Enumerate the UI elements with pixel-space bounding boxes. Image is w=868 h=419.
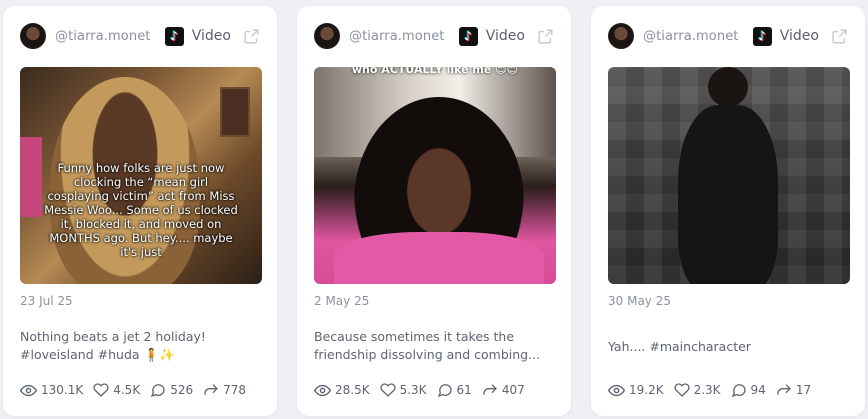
thumbnail-frame — [220, 87, 250, 137]
comment-icon — [731, 384, 746, 398]
card-header: @tiarra.monet ♪ Video — [608, 22, 848, 50]
post-stats: 28.5K 5.3K 61 407 — [314, 380, 561, 400]
likes-count: 2.3K — [693, 383, 721, 397]
post-caption: Yah.... #maincharacter — [608, 339, 751, 354]
post-card[interactable]: @tiarra.monet ♪ Video who ACTUALLY like … — [297, 6, 571, 416]
post-caption: Nothing beats a jet 2 holiday! #loveisla… — [20, 329, 206, 362]
shares-stat: 407 — [482, 382, 525, 398]
platform-label: Video — [485, 28, 525, 44]
comments-stat: 61 — [437, 382, 472, 398]
avatar — [314, 23, 340, 49]
post-date: 2 May 25 — [314, 294, 370, 308]
comments-stat: 526 — [150, 382, 193, 398]
heart-icon — [93, 383, 109, 397]
likes-stat: 5.3K — [379, 382, 427, 398]
avatar — [20, 23, 46, 49]
likes-count: 5.3K — [399, 383, 427, 397]
external-link-icon[interactable] — [831, 28, 848, 45]
video-thumbnail[interactable]: Funny how folks are just now clocking th… — [20, 67, 262, 284]
likes-stat: 4.5K — [93, 382, 140, 398]
shares-count: 407 — [501, 383, 525, 397]
views-count: 130.1K — [41, 383, 84, 397]
video-thumbnail[interactable]: who ACTUALLY like me 😊😊 — [314, 67, 556, 284]
share-icon — [204, 384, 219, 395]
avatar — [608, 23, 634, 49]
thumbnail-overlay-text: Funny how folks are just now clocking th… — [44, 161, 238, 259]
tiktok-icon: ♪ — [164, 26, 184, 46]
likes-count: 4.5K — [113, 383, 141, 397]
eye-icon — [20, 384, 37, 396]
post-date: 23 Jul 25 — [20, 294, 73, 308]
author-handle: @tiarra.monet — [349, 28, 445, 44]
card-header: @tiarra.monet ♪ Video — [20, 22, 260, 50]
heart-icon — [379, 383, 396, 397]
shares-stat: 778 — [203, 382, 246, 398]
thumbnail-head — [708, 67, 748, 107]
views-count: 28.5K — [335, 383, 370, 397]
comment-icon — [437, 384, 452, 398]
platform-label: Video — [191, 28, 231, 44]
thumbnail-top — [334, 232, 544, 284]
views-count: 19.2K — [629, 383, 664, 397]
post-card[interactable]: @tiarra.monet ♪ Video Funny how folks ar… — [3, 6, 277, 416]
author-handle: @tiarra.monet — [643, 28, 739, 44]
heart-icon — [673, 383, 690, 397]
views-stat: 19.2K — [608, 382, 664, 399]
thumbnail-subject — [678, 105, 778, 284]
video-thumbnail[interactable] — [608, 67, 850, 284]
shares-count: 17 — [795, 383, 812, 397]
comments-stat: 94 — [731, 382, 766, 398]
shares-stat: 17 — [776, 382, 811, 398]
shares-count: 778 — [223, 383, 246, 397]
card-header: @tiarra.monet ♪ Video — [314, 22, 554, 50]
views-stat: 28.5K — [314, 382, 370, 399]
thumbnail-overlay-text: who ACTUALLY like me 😊😊 — [351, 67, 519, 76]
share-icon — [483, 384, 497, 395]
likes-stat: 2.3K — [673, 382, 721, 398]
post-stats: 130.1K 4.5K 526 778 — [20, 380, 267, 400]
views-stat: 130.1K — [20, 382, 83, 399]
tiktok-icon: ♪ — [458, 26, 478, 46]
external-link-icon[interactable] — [243, 28, 260, 45]
author-handle: @tiarra.monet — [55, 28, 151, 44]
comments-count: 61 — [456, 383, 472, 397]
platform-label: Video — [779, 28, 819, 44]
eye-icon — [608, 384, 625, 396]
external-link-icon[interactable] — [537, 28, 554, 45]
comment-icon — [151, 384, 165, 398]
comments-count: 526 — [170, 383, 194, 397]
eye-icon — [314, 384, 331, 396]
tiktok-icon: ♪ — [752, 26, 772, 46]
comments-count: 94 — [750, 383, 766, 397]
post-card[interactable]: @tiarra.monet ♪ Video 30 May 25 Yah.... … — [591, 6, 865, 416]
post-stats: 19.2K 2.3K 94 17 — [608, 380, 855, 400]
thumbnail-chair — [20, 137, 42, 217]
post-caption: Because sometimes it takes the friendshi… — [314, 329, 541, 362]
post-date: 30 May 25 — [608, 294, 671, 308]
share-icon — [777, 384, 791, 395]
